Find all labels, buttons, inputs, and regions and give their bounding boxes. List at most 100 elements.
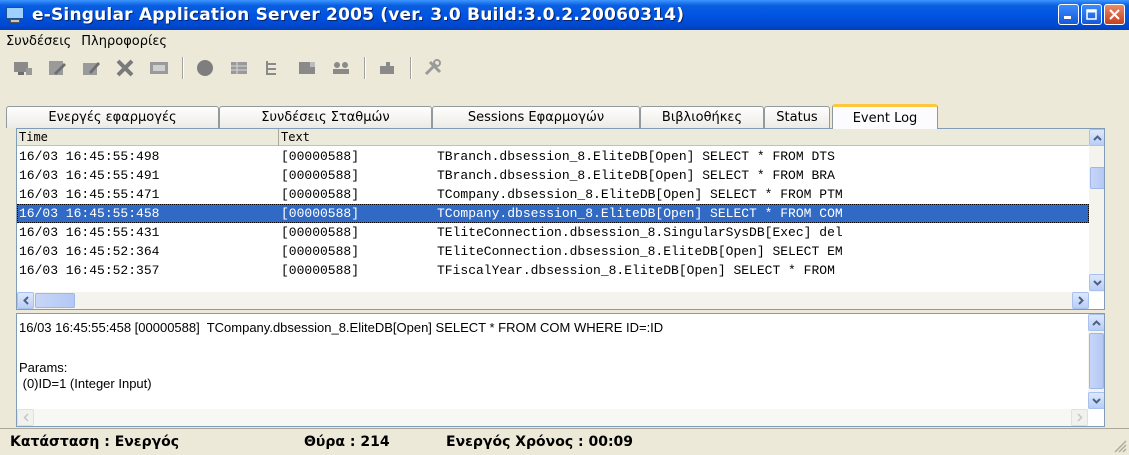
log-time: 16/03 16:45:55:458	[19, 206, 160, 221]
tab-event-log[interactable]: Event Log	[832, 104, 938, 129]
tab-strip: Ενεργές εφαρμογές Συνδέσεις Σταθμών Sess…	[0, 104, 1129, 129]
event-detail-pane[interactable]: 16/03 16:45:55:458 [00000588] TCompany.d…	[16, 313, 1105, 427]
log-text: TEliteConnection.dbsession_8.SingularSys…	[437, 225, 843, 240]
tab-application-sessions[interactable]: Sessions Εφαρμογών	[432, 106, 640, 128]
edit-icon	[49, 61, 66, 75]
log-text: TFiscalYear.dbsession_8.EliteDB[Open] SE…	[437, 263, 835, 278]
scroll-thumb[interactable]	[1090, 167, 1104, 189]
tab-libraries[interactable]: Βιβλιοθήκες	[640, 106, 764, 128]
log-row[interactable]: 16/03 16:45:55:491 [00000588] TBranch.db…	[17, 166, 1089, 185]
scroll-right-button[interactable]	[1072, 292, 1089, 309]
log-row[interactable]: 16/03 16:45:55:431 [00000588] TEliteConn…	[17, 223, 1089, 242]
edit-button[interactable]	[46, 58, 68, 78]
menu-connections[interactable]: Συνδέσεις	[6, 34, 71, 49]
log-time: 16/03 16:45:52:357	[19, 263, 160, 278]
window-title: e-Singular Application Server 2005 (ver.…	[32, 5, 685, 25]
log-thread: [00000588]	[281, 225, 360, 240]
log-time: 16/03 16:45:55:491	[19, 168, 160, 183]
scroll-down-button[interactable]	[1089, 274, 1104, 291]
edit-alt-button[interactable]	[80, 58, 102, 78]
log-row[interactable]: 16/03 16:45:55:471 [00000588] TCompany.d…	[17, 185, 1089, 204]
column-header-time[interactable]: Time	[17, 129, 279, 146]
close-icon	[1109, 9, 1120, 20]
status-port: Θύρα : 214	[304, 434, 390, 450]
scroll-right-button[interactable]	[1071, 409, 1088, 426]
detail-line: 16/03 16:45:55:458 [00000588] TCompany.d…	[19, 320, 664, 335]
chevron-down-icon	[1092, 397, 1101, 404]
toolbar-separator	[364, 57, 366, 79]
scroll-thumb[interactable]	[35, 293, 75, 308]
chevron-left-icon	[22, 296, 29, 305]
maximize-button[interactable]	[1081, 4, 1102, 25]
tab-status[interactable]: Status	[764, 106, 830, 128]
chevron-up-icon	[1093, 134, 1102, 141]
minimize-icon	[1064, 16, 1071, 19]
log-header: Time Text	[17, 129, 1089, 146]
message-button[interactable]	[148, 58, 170, 78]
scroll-down-button[interactable]	[1088, 392, 1104, 409]
tab-active-applications[interactable]: Ενεργές εφαρμογές	[6, 106, 219, 128]
scroll-up-button[interactable]	[1089, 129, 1104, 146]
log-text: TEliteConnection.dbsession_8.EliteDB[Ope…	[437, 244, 843, 259]
log-row[interactable]: 16/03 16:45:55:498 [00000588] TBranch.db…	[17, 147, 1089, 166]
card-button[interactable]	[296, 58, 318, 78]
plugin-button[interactable]	[376, 58, 398, 78]
record-icon	[197, 60, 213, 76]
toolbar-separator	[182, 57, 184, 79]
log-thread: [00000588]	[281, 168, 360, 183]
log-row[interactable]: 16/03 16:45:52:357 [00000588] TFiscalYea…	[17, 261, 1089, 280]
tab-station-connections[interactable]: Συνδέσεις Σταθμών	[219, 106, 432, 128]
tree-button[interactable]	[262, 58, 284, 78]
log-thread: [00000588]	[281, 206, 360, 221]
delete-button[interactable]	[114, 58, 136, 78]
disconnect-button[interactable]	[12, 58, 34, 78]
log-horizontal-scrollbar[interactable]	[17, 292, 1089, 309]
chevron-right-icon	[1076, 413, 1083, 422]
minimize-button[interactable]	[1058, 4, 1079, 25]
detail-param: (0)ID=1 (Integer Input)	[19, 376, 152, 391]
detail-horizontal-scrollbar[interactable]	[17, 409, 1088, 426]
detail-vertical-scrollbar[interactable]	[1088, 314, 1104, 409]
log-text: TBranch.dbsession_8.EliteDB[Open] SELECT…	[437, 168, 835, 183]
log-time: 16/03 16:45:55:471	[19, 187, 160, 202]
menu-information[interactable]: Πληροφορίες	[81, 34, 167, 49]
chevron-down-icon	[1093, 279, 1102, 286]
disconnect-icon	[14, 62, 32, 75]
scroll-up-button[interactable]	[1088, 314, 1104, 331]
log-vertical-scrollbar[interactable]	[1089, 129, 1104, 292]
delete-icon	[116, 59, 134, 77]
toolbar-separator	[410, 57, 412, 79]
tools-icon	[424, 59, 442, 76]
log-text: TBranch.dbsession_8.EliteDB[Open] SELECT…	[437, 149, 835, 164]
column-header-text[interactable]: Text	[279, 129, 1089, 146]
event-log-list[interactable]: Time Text 16/03 16:45:55:498 [00000588] …	[16, 128, 1105, 310]
table-button[interactable]	[228, 58, 250, 78]
title-bar[interactable]: e-Singular Application Server 2005 (ver.…	[0, 0, 1129, 30]
plugin-icon	[380, 62, 394, 74]
log-row[interactable]: 16/03 16:45:52:364 [00000588] TEliteConn…	[17, 242, 1089, 261]
log-row-selected[interactable]: 16/03 16:45:55:458 [00000588] TCompany.d…	[17, 204, 1089, 223]
status-bar: Κατάσταση : Ενεργός Θύρα : 214 Ενεργός Χ…	[0, 428, 1129, 455]
edit-alt-icon	[83, 62, 100, 75]
record-button[interactable]	[194, 58, 216, 78]
close-button[interactable]	[1104, 4, 1125, 25]
log-thread: [00000588]	[281, 263, 360, 278]
log-thread: [00000588]	[281, 149, 360, 164]
chevron-left-icon	[22, 413, 29, 422]
maximize-icon	[1086, 9, 1097, 20]
log-time: 16/03 16:45:55:498	[19, 149, 160, 164]
scroll-left-button[interactable]	[17, 409, 34, 426]
toolbar	[0, 52, 1129, 84]
app-icon	[6, 6, 26, 24]
scroll-left-button[interactable]	[17, 292, 34, 309]
resize-grip-icon[interactable]	[1113, 439, 1127, 453]
log-text: TCompany.dbsession_8.EliteDB[Open] SELEC…	[437, 206, 843, 221]
status-uptime: Ενεργός Χρόνος : 00:09	[446, 434, 634, 450]
tools-button[interactable]	[422, 58, 444, 78]
menu-bar: Συνδέσεις Πληροφορίες	[0, 30, 1129, 52]
card-icon	[299, 62, 315, 74]
log-thread: [00000588]	[281, 244, 360, 259]
users-button[interactable]	[330, 58, 352, 78]
scroll-thumb[interactable]	[1089, 333, 1104, 389]
status-state: Κατάσταση : Ενεργός	[10, 434, 180, 450]
